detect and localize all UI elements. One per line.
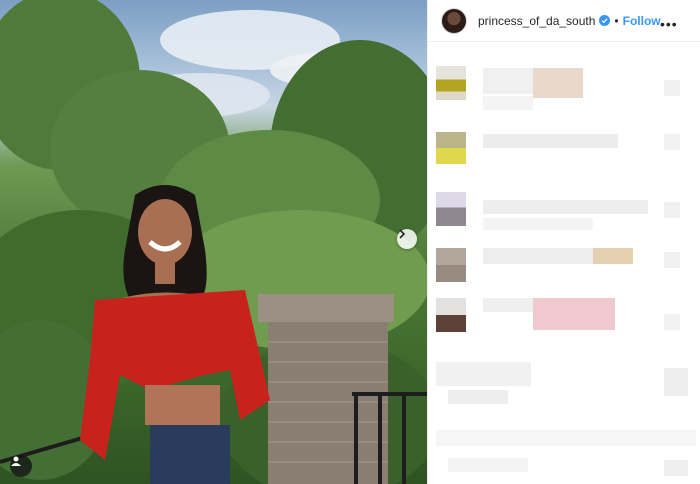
comment-avatar bbox=[436, 66, 466, 100]
comment-text bbox=[483, 96, 533, 110]
comment-action bbox=[664, 368, 688, 396]
tagged-users-button[interactable] bbox=[10, 455, 32, 477]
comment-avatar bbox=[436, 248, 466, 282]
comment-text bbox=[448, 458, 528, 472]
comment-text bbox=[533, 298, 615, 330]
comment-action bbox=[664, 134, 680, 150]
username-link[interactable]: princess_of_da_south bbox=[478, 14, 595, 28]
comment-action bbox=[664, 202, 680, 218]
comment-avatar bbox=[436, 192, 466, 226]
comment-action bbox=[664, 252, 680, 268]
comment-text bbox=[483, 298, 533, 312]
comment-text bbox=[533, 68, 583, 98]
comments-area: ••• bbox=[428, 16, 700, 484]
photo-scene bbox=[0, 0, 427, 484]
chevron-right-icon bbox=[399, 229, 406, 239]
more-options-button[interactable]: ••• bbox=[660, 16, 682, 32]
next-photo-button[interactable] bbox=[397, 229, 417, 249]
comment-text bbox=[483, 200, 648, 214]
verified-badge-icon bbox=[599, 15, 611, 26]
comment-action bbox=[664, 314, 680, 330]
comment-text bbox=[483, 134, 618, 148]
comment-text bbox=[483, 218, 593, 230]
comment-avatar bbox=[436, 298, 466, 332]
comment-action bbox=[664, 80, 680, 96]
comment-text bbox=[436, 362, 531, 386]
post-photo[interactable] bbox=[0, 0, 427, 484]
comment-text bbox=[593, 248, 633, 264]
comment-text bbox=[436, 430, 696, 446]
comment-action bbox=[664, 460, 688, 476]
comment-text bbox=[448, 390, 508, 404]
follow-button[interactable]: Follow bbox=[623, 14, 661, 28]
user-tag-icon bbox=[11, 456, 21, 466]
avatar[interactable] bbox=[441, 7, 467, 34]
post-side-panel: princess_of_da_south • Follow ••• bbox=[427, 0, 700, 484]
header-separator: • bbox=[614, 13, 619, 28]
comment-avatar bbox=[436, 132, 466, 164]
